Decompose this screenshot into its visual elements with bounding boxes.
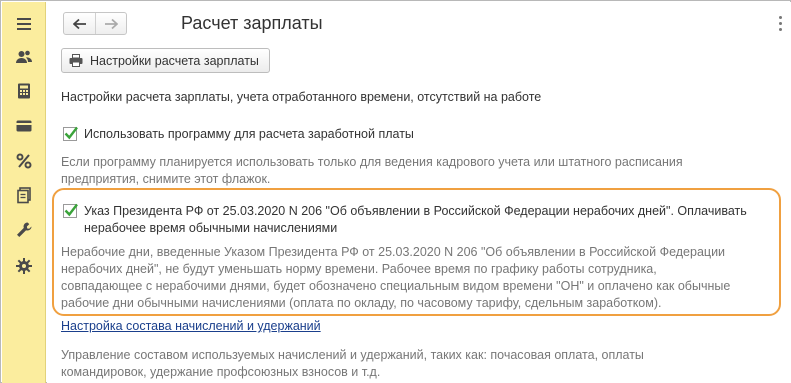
use-program-row: Использовать программу для расчета зараб… xyxy=(63,126,414,143)
decree-hint-line4: рабочие дни обычными начислениями (оплат… xyxy=(61,296,662,310)
decree-label-line2: нерабочее время обычными начислениями xyxy=(84,221,338,235)
back-button[interactable] xyxy=(64,13,95,34)
window-frame: Расчет зарплаты Настройки расчета зарпла… xyxy=(0,0,791,383)
section-caption: Настройки расчета зарплаты, учета отрабо… xyxy=(61,90,542,104)
percent-icon[interactable] xyxy=(14,151,34,171)
decree-checkbox[interactable] xyxy=(63,203,78,218)
use-program-label: Использовать программу для расчета зараб… xyxy=(84,127,414,141)
menu-icon[interactable] xyxy=(14,14,34,34)
checkmark-icon xyxy=(64,203,78,217)
forward-button[interactable] xyxy=(95,13,126,34)
payroll-settings-label: Настройки расчета зарплаты xyxy=(90,53,259,68)
checkmark-icon xyxy=(64,126,78,140)
sections-panel xyxy=(2,2,46,383)
history-nav xyxy=(63,12,127,35)
more-menu-icon[interactable] xyxy=(775,16,785,31)
accruals-hint-line1: Управление составом используемых начисле… xyxy=(61,348,644,362)
accruals-settings-link[interactable]: Настройка состава начислений и удержаний xyxy=(61,318,321,335)
decree-hint-line1: Нерабочие дни, введенные Указом Президен… xyxy=(61,245,726,259)
documents-icon[interactable] xyxy=(14,185,34,205)
arrow-left-icon xyxy=(72,18,86,29)
use-program-checkbox[interactable] xyxy=(63,126,78,141)
use-program-hint-line2: предприятия, снимите этот флажок. xyxy=(61,172,271,186)
decree-hint-line3: совпадающее с нерабочими днями, будет об… xyxy=(61,279,731,293)
decree-label: Указ Президента РФ от 25.03.2020 N 206 "… xyxy=(84,203,747,237)
decree-hint-line2: нерабочих дней", не будут уменьшать норм… xyxy=(61,262,657,276)
payroll-settings-button[interactable]: Настройки расчета зарплаты xyxy=(61,48,270,73)
users-icon[interactable] xyxy=(14,47,34,67)
arrow-right-icon xyxy=(105,18,118,29)
printer-icon xyxy=(69,54,83,67)
use-program-hint-line1: Если программу планируется использовать … xyxy=(61,155,683,169)
card-icon[interactable] xyxy=(14,116,34,136)
accruals-hint-line2: командировок, удержание профсоюзных взно… xyxy=(61,365,381,379)
main-panel: Расчет зарплаты Настройки расчета зарпла… xyxy=(47,2,791,383)
calculator-icon[interactable] xyxy=(14,81,34,101)
gear-icon[interactable] xyxy=(14,256,34,276)
wrench-icon[interactable] xyxy=(14,220,34,240)
decree-row: Указ Президента РФ от 25.03.2020 N 206 "… xyxy=(63,203,747,237)
decree-label-line1: Указ Президента РФ от 25.03.2020 N 206 "… xyxy=(84,204,747,218)
page-title: Расчет зарплаты xyxy=(181,13,323,33)
